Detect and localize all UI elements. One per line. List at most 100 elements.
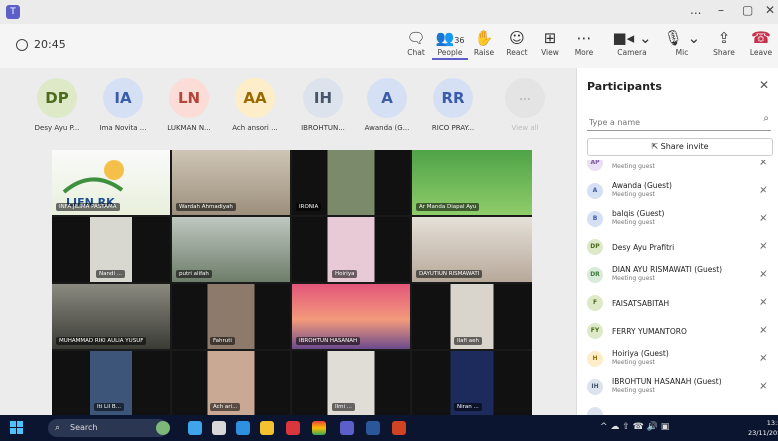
video-tile[interactable]: Hoiriya	[292, 217, 410, 282]
list-item[interactable]: A Awanda (Guest) Meeting guest ✕̸	[577, 178, 778, 204]
chat-label: Chat	[407, 48, 425, 57]
view-all-label: View all	[511, 124, 539, 132]
video-tile[interactable]: putri alifah	[172, 217, 290, 282]
video-tile[interactable]: LIEN RK INFA JILIMA PASTAMA	[52, 150, 170, 215]
list-item[interactable]: DP Desy Ayu Prafitri ✕̸	[577, 234, 778, 260]
participants-panel: Participants ✕ ⌕ ⇱ Share invite AP Meeti…	[576, 68, 778, 415]
avatar-strip: DP Desy Ayu P... IA Ima Novita ... LN LU…	[0, 78, 576, 142]
raise-hand-button[interactable]: ✋ Raise	[466, 28, 502, 57]
window-more-button[interactable]: ...	[690, 3, 701, 17]
store-app-icon[interactable]	[286, 421, 300, 435]
list-item[interactable]	[577, 402, 778, 415]
video-tile[interactable]: Wardah Ahmadiyah	[172, 150, 290, 215]
avatar: AA	[235, 78, 275, 118]
avatar-tile[interactable]: IA Ima Novita ...	[92, 78, 154, 132]
video-tile[interactable]: Nandi ...	[52, 217, 170, 282]
participant-name-tag: IBROHTUN HASANAH	[296, 337, 361, 345]
minimize-button[interactable]: –	[718, 3, 724, 17]
list-item[interactable]: IH IBROHTUN HASANAH (Guest) Meeting gues…	[577, 374, 778, 400]
close-window-button[interactable]: ✕	[765, 3, 775, 17]
word-app-icon[interactable]	[366, 421, 380, 435]
participant-name-tag: Hoiriya	[332, 270, 358, 278]
video-tile[interactable]: DAYUTIUN RISMAWATI	[412, 217, 532, 282]
avatar: DP	[37, 78, 77, 118]
avatar	[587, 407, 603, 415]
avatar-tile[interactable]: RR RICO PRAY...	[422, 78, 484, 132]
participant-name-tag: Ilafi aeh	[454, 337, 482, 345]
avatar-tile[interactable]: A Awanda (G...	[356, 78, 418, 132]
task-view-icon[interactable]	[212, 421, 226, 435]
clock-date: 23/11/202	[748, 429, 778, 437]
list-item[interactable]: H Hoiriya (Guest) Meeting guest ✕̸	[577, 346, 778, 372]
avatar-tile[interactable]: IH IBROHTUN...	[292, 78, 354, 132]
video-tile[interactable]: Ar Manda Diapal Ayu	[412, 150, 532, 215]
more-avatars-icon: ...	[505, 78, 545, 118]
participant-name-tag: Niran ...	[454, 403, 482, 411]
teams-app-icon[interactable]	[188, 421, 202, 435]
view-all-button[interactable]: ... View all	[494, 78, 556, 132]
camera-icon: ■◂ ⌄	[612, 29, 652, 47]
avatar: DP	[587, 239, 603, 255]
taskbar-search[interactable]: ⌕ Search	[48, 419, 168, 437]
teams-logo-icon: T	[6, 5, 20, 19]
file-explorer-icon[interactable]	[260, 421, 274, 435]
video-tile[interactable]: IBROHTUN HASANAH	[292, 284, 410, 349]
mic-icon: 🎙 ⌄	[663, 29, 701, 47]
search-input[interactable]	[587, 113, 751, 128]
more-button[interactable]: ⋯ More	[566, 28, 602, 57]
avatar: B	[587, 211, 603, 227]
avatar-tile[interactable]: DP Desy Ayu P...	[26, 78, 88, 132]
share-button[interactable]: ⇪ Share	[706, 28, 742, 57]
mic-off-icon: ✕̸	[759, 160, 767, 168]
chat-button[interactable]: 🗨 Chat	[398, 28, 434, 57]
video-tile[interactable]: Ilmi ...	[292, 351, 410, 415]
video-tile[interactable]: Ach ari...	[172, 351, 290, 415]
video-tile[interactable]: Iti Lil B...	[52, 351, 170, 415]
powerpoint-app-icon[interactable]	[392, 421, 406, 435]
avatar-tile[interactable]: AA Ach ansori ...	[224, 78, 286, 132]
meeting-toolbar: 20:45 🗨 Chat 👥36 People ✋ Raise ☺ React …	[0, 24, 778, 69]
maximize-button[interactable]: ▢	[742, 3, 753, 17]
taskbar-clock[interactable]: 13:2 23/11/202	[748, 418, 778, 438]
taskbar: ⌕ Search ^ ☁ ⇧ ☎ 🔊 ▣ 13:2 23/11/202	[0, 415, 778, 441]
mic-button[interactable]: 🎙 ⌄ Mic	[660, 28, 704, 57]
people-button[interactable]: 👥36 People	[432, 28, 468, 60]
share-invite-button[interactable]: ⇱ Share invite	[587, 138, 773, 156]
system-tray[interactable]: ^ ☁ ⇧ ☎ 🔊 ▣	[600, 422, 669, 432]
windows-start-icon[interactable]	[10, 421, 24, 435]
avatar: FY	[587, 323, 603, 339]
close-icon[interactable]: ✕	[759, 78, 769, 92]
participant-name: DIAN AYU RISMAWATI (Guest)	[612, 265, 723, 274]
avatar: RR	[433, 78, 473, 118]
list-item[interactable]: AP Meeting guest ✕̸	[577, 160, 778, 176]
video-tile[interactable]: Fahruti	[172, 284, 290, 349]
search-icon[interactable]: ⌕	[763, 113, 769, 124]
widget-icon[interactable]	[156, 421, 170, 435]
list-item[interactable]: F FAISATSABITAH ✕̸	[577, 290, 778, 316]
mic-off-icon: ✕̸	[759, 326, 767, 336]
camera-button[interactable]: ■◂ ⌄ Camera	[608, 28, 656, 57]
teams-taskbar-icon[interactable]	[340, 421, 354, 435]
video-tile[interactable]: Ilafi aeh	[412, 284, 532, 349]
people-icon: 👥36	[435, 29, 465, 47]
video-tile[interactable]: Niran ...	[412, 351, 532, 415]
list-item[interactable]: DR DIAN AYU RISMAWATI (Guest) Meeting gu…	[577, 262, 778, 288]
avatar-name: LUKMAN N...	[167, 124, 211, 132]
participant-name: Awanda (Guest)	[612, 181, 672, 190]
video-tile[interactable]: IRONIA	[292, 150, 410, 215]
leave-button[interactable]: ☎ Leave	[744, 28, 778, 57]
clock-time: 13:2	[766, 419, 778, 427]
timer-text: 20:45	[34, 38, 66, 51]
react-button[interactable]: ☺ React	[499, 28, 535, 57]
search-icon: ⌕	[55, 423, 61, 433]
mail-app-icon[interactable]	[236, 421, 250, 435]
meeting-timer: 20:45	[16, 38, 66, 51]
list-item[interactable]: B balqis (Guest) Meeting guest ✕̸	[577, 206, 778, 232]
participant-name-tag: IRONIA	[296, 203, 322, 211]
video-tile[interactable]: MUHAMMAD RIKI AULIA YUSUF	[52, 284, 170, 349]
view-button[interactable]: ⊞ View	[532, 28, 568, 57]
chrome-icon[interactable]	[312, 421, 326, 435]
list-item[interactable]: FY FERRY YUMANTORO ✕̸	[577, 318, 778, 344]
avatar-tile[interactable]: LN LUKMAN N...	[158, 78, 220, 132]
more-icon: ⋯	[576, 29, 592, 47]
